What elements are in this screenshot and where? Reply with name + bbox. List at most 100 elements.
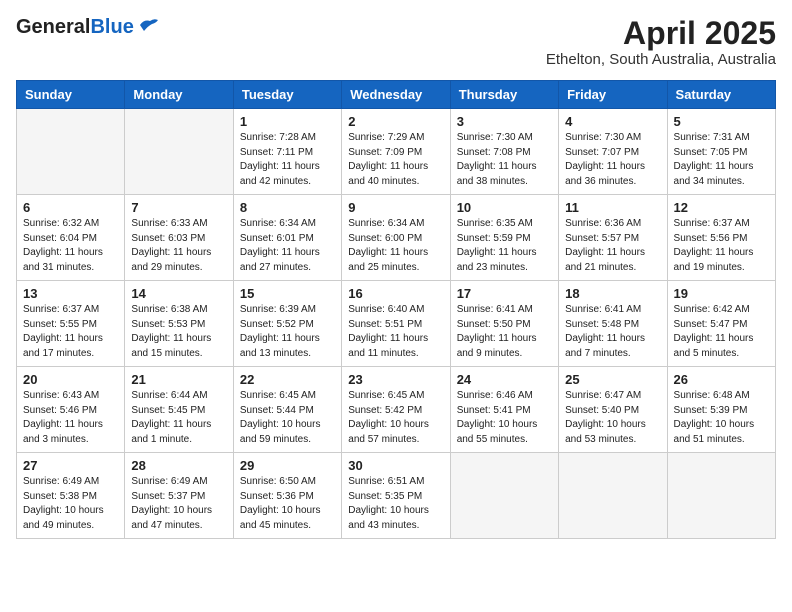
calendar-cell: 7 Sunrise: 6:33 AM Sunset: 6:03 PM Daylig… — [125, 195, 233, 281]
logo-blue: Blue — [90, 16, 133, 38]
calendar-cell: 5 Sunrise: 7:31 AM Sunset: 7:05 PM Daylig… — [667, 109, 775, 195]
day-info: Sunrise: 6:39 AM Sunset: 5:52 PM Dayligh… — [240, 303, 335, 361]
day-info: Sunrise: 6:48 AM Sunset: 5:39 PM Dayligh… — [674, 389, 769, 447]
day-number: 5 — [674, 114, 769, 129]
calendar-cell: 21Sunrise: 6:44 AM Sunset: 5:45 PM Dayli… — [125, 367, 233, 453]
day-number: 19 — [674, 286, 769, 301]
day-number: 29 — [240, 458, 335, 473]
calendar-cell — [125, 109, 233, 195]
col-header-monday: Monday — [125, 81, 233, 109]
calendar-week-2: 6Sunrise: 6:32 AM Sunset: 6:04 PM Daylig… — [17, 195, 776, 281]
day-number: 23 — [348, 372, 443, 387]
calendar-cell: 20 Sunrise: 6:43 AM Sunset: 5:46 PM Dayli… — [17, 367, 125, 453]
day-info: Sunrise: 6:43 AM Sunset: 5:46 PM Dayligh… — [23, 389, 118, 447]
calendar-cell: 25 Sunrise: 6:47 AM Sunset: 5:40 PM Dayli… — [559, 367, 667, 453]
col-header-thursday: Thursday — [450, 81, 558, 109]
calendar-week-1: 1 Sunrise: 7:28 AM Sunset: 7:11 PM Daylig… — [17, 109, 776, 195]
calendar-cell: 10Sunrise: 6:35 AM Sunset: 5:59 PM Dayli… — [450, 195, 558, 281]
day-info: Sunrise: 6:34 AM Sunset: 6:01 PM Dayligh… — [240, 217, 335, 275]
day-info: Sunrise: 6:34 AM Sunset: 6:00 PM Dayligh… — [348, 217, 443, 275]
day-info: Sunrise: 6:44 AM Sunset: 5:45 PM Dayligh… — [131, 389, 226, 447]
day-info: Sunrise: 6:37 AM Sunset: 5:56 PM Dayligh… — [674, 217, 769, 275]
calendar-cell: 3 Sunrise: 7:30 AM Sunset: 7:08 PM Daylig… — [450, 109, 558, 195]
day-number: 3 — [457, 114, 552, 129]
calendar-cell: 19 Sunrise: 6:42 AM Sunset: 5:47 PM Dayli… — [667, 281, 775, 367]
day-number: 20 — [23, 372, 118, 387]
title-block: April 2025 Ethelton, South Australia, Au… — [546, 16, 776, 68]
logo: GeneralBlue — [16, 16, 160, 39]
day-info: Sunrise: 6:36 AM Sunset: 5:57 PM Dayligh… — [565, 217, 660, 275]
day-info: Sunrise: 6:32 AM Sunset: 6:04 PM Dayligh… — [23, 217, 118, 275]
calendar-week-3: 13 Sunrise: 6:37 AM Sunset: 5:55 PM Dayli… — [17, 281, 776, 367]
day-number: 13 — [23, 286, 118, 301]
day-info: Sunrise: 6:33 AM Sunset: 6:03 PM Dayligh… — [131, 217, 226, 275]
day-number: 25 — [565, 372, 660, 387]
day-info: Sunrise: 6:37 AM Sunset: 5:55 PM Dayligh… — [23, 303, 118, 361]
calendar-cell: 18 Sunrise: 6:41 AM Sunset: 5:48 PM Dayli… — [559, 281, 667, 367]
calendar-week-5: 27Sunrise: 6:49 AM Sunset: 5:38 PM Dayli… — [17, 453, 776, 539]
day-number: 1 — [240, 114, 335, 129]
calendar-cell: 2Sunrise: 7:29 AM Sunset: 7:09 PM Daylig… — [342, 109, 450, 195]
col-header-saturday: Saturday — [667, 81, 775, 109]
day-info: Sunrise: 6:45 AM Sunset: 5:44 PM Dayligh… — [240, 389, 335, 447]
calendar-cell: 11 Sunrise: 6:36 AM Sunset: 5:57 PM Dayli… — [559, 195, 667, 281]
col-header-friday: Friday — [559, 81, 667, 109]
day-number: 9 — [348, 200, 443, 215]
day-info: Sunrise: 6:41 AM Sunset: 5:48 PM Dayligh… — [565, 303, 660, 361]
calendar-cell: 8 Sunrise: 6:34 AM Sunset: 6:01 PM Daylig… — [233, 195, 341, 281]
day-info: Sunrise: 6:45 AM Sunset: 5:42 PM Dayligh… — [348, 389, 443, 447]
calendar-cell: 27Sunrise: 6:49 AM Sunset: 5:38 PM Dayli… — [17, 453, 125, 539]
day-info: Sunrise: 6:49 AM Sunset: 5:37 PM Dayligh… — [131, 475, 226, 533]
calendar-cell — [17, 109, 125, 195]
day-info: Sunrise: 6:41 AM Sunset: 5:50 PM Dayligh… — [457, 303, 552, 361]
col-header-tuesday: Tuesday — [233, 81, 341, 109]
day-info: Sunrise: 6:47 AM Sunset: 5:40 PM Dayligh… — [565, 389, 660, 447]
day-number: 15 — [240, 286, 335, 301]
calendar-cell — [559, 453, 667, 539]
day-number: 28 — [131, 458, 226, 473]
calendar-cell — [667, 453, 775, 539]
day-number: 2 — [348, 114, 443, 129]
day-number: 16 — [348, 286, 443, 301]
calendar-cell: 4Sunrise: 7:30 AM Sunset: 7:07 PM Daylig… — [559, 109, 667, 195]
calendar-cell: 28 Sunrise: 6:49 AM Sunset: 5:37 PM Dayli… — [125, 453, 233, 539]
calendar-cell: 15 Sunrise: 6:39 AM Sunset: 5:52 PM Dayli… — [233, 281, 341, 367]
logo-text: GeneralBlue — [16, 16, 134, 39]
calendar-cell: 1 Sunrise: 7:28 AM Sunset: 7:11 PM Daylig… — [233, 109, 341, 195]
col-header-sunday: Sunday — [17, 81, 125, 109]
day-info: Sunrise: 6:50 AM Sunset: 5:36 PM Dayligh… — [240, 475, 335, 533]
day-number: 26 — [674, 372, 769, 387]
calendar-cell: 22Sunrise: 6:45 AM Sunset: 5:44 PM Dayli… — [233, 367, 341, 453]
calendar-cell: 30Sunrise: 6:51 AM Sunset: 5:35 PM Dayli… — [342, 453, 450, 539]
day-number: 11 — [565, 200, 660, 215]
day-info: Sunrise: 6:42 AM Sunset: 5:47 PM Dayligh… — [674, 303, 769, 361]
day-number: 7 — [131, 200, 226, 215]
calendar-cell: 6Sunrise: 6:32 AM Sunset: 6:04 PM Daylig… — [17, 195, 125, 281]
day-number: 18 — [565, 286, 660, 301]
calendar-cell: 24 Sunrise: 6:46 AM Sunset: 5:41 PM Dayli… — [450, 367, 558, 453]
day-info: Sunrise: 7:30 AM Sunset: 7:07 PM Dayligh… — [565, 131, 660, 189]
day-info: Sunrise: 7:31 AM Sunset: 7:05 PM Dayligh… — [674, 131, 769, 189]
day-info: Sunrise: 7:30 AM Sunset: 7:08 PM Dayligh… — [457, 131, 552, 189]
calendar-cell: 17 Sunrise: 6:41 AM Sunset: 5:50 PM Dayli… — [450, 281, 558, 367]
location: Ethelton, South Australia, Australia — [546, 51, 776, 68]
calendar-cell: 13 Sunrise: 6:37 AM Sunset: 5:55 PM Dayli… — [17, 281, 125, 367]
day-number: 8 — [240, 200, 335, 215]
day-info: Sunrise: 7:28 AM Sunset: 7:11 PM Dayligh… — [240, 131, 335, 189]
page-header: GeneralBlue April 2025 Ethelton, South A… — [16, 16, 776, 68]
day-info: Sunrise: 6:40 AM Sunset: 5:51 PM Dayligh… — [348, 303, 443, 361]
day-number: 17 — [457, 286, 552, 301]
calendar-cell: 9 Sunrise: 6:34 AM Sunset: 6:00 PM Daylig… — [342, 195, 450, 281]
day-info: Sunrise: 6:49 AM Sunset: 5:38 PM Dayligh… — [23, 475, 118, 533]
calendar-cell: 14Sunrise: 6:38 AM Sunset: 5:53 PM Dayli… — [125, 281, 233, 367]
bird-icon — [138, 17, 160, 38]
calendar-cell: 16 Sunrise: 6:40 AM Sunset: 5:51 PM Dayli… — [342, 281, 450, 367]
calendar-cell: 23 Sunrise: 6:45 AM Sunset: 5:42 PM Dayli… — [342, 367, 450, 453]
calendar-week-4: 20 Sunrise: 6:43 AM Sunset: 5:46 PM Dayli… — [17, 367, 776, 453]
day-number: 24 — [457, 372, 552, 387]
calendar-header-row: SundayMondayTuesdayWednesdayThursdayFrid… — [17, 81, 776, 109]
calendar-cell — [450, 453, 558, 539]
day-info: Sunrise: 6:46 AM Sunset: 5:41 PM Dayligh… — [457, 389, 552, 447]
month-year: April 2025 — [546, 16, 776, 51]
day-info: Sunrise: 6:35 AM Sunset: 5:59 PM Dayligh… — [457, 217, 552, 275]
